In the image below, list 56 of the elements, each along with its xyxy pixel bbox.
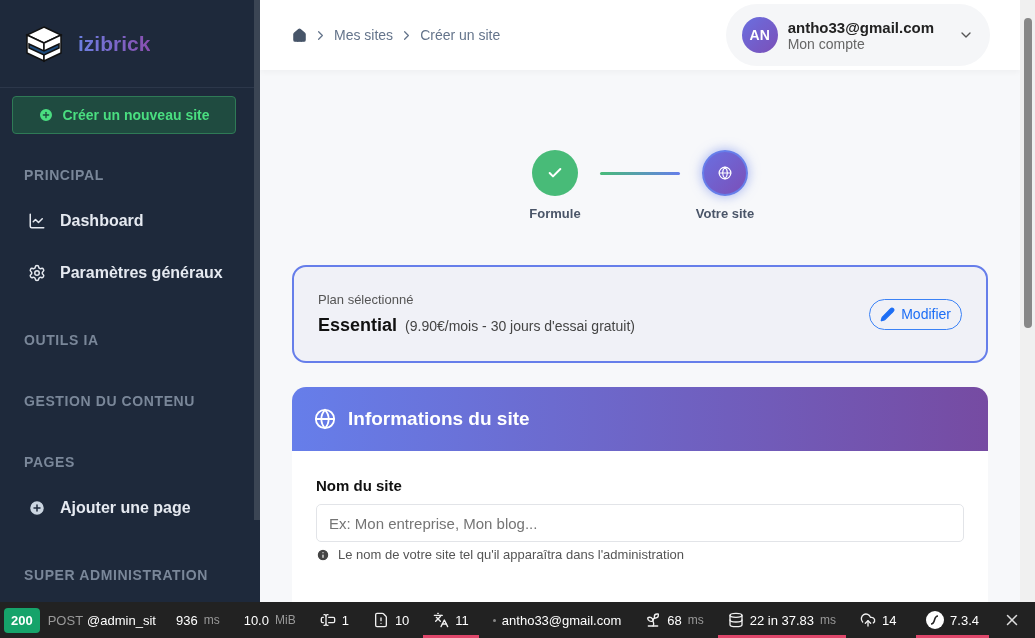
toolbar-item[interactable]: 22 in 37.83 ms [717, 602, 847, 638]
scrollbar-thumb[interactable] [1023, 18, 1032, 328]
toolbar-item[interactable]: 7.3.4 [916, 602, 989, 638]
settings-icon [28, 264, 46, 282]
breadcrumb-link[interactable]: Mes sites [334, 27, 394, 43]
logo-icon [926, 611, 945, 629]
cube-logo-icon [24, 23, 64, 64]
help-text: Le nom de votre site tel qu'il apparaîtra dans l'administration [338, 547, 685, 562]
home-icon[interactable] [292, 27, 307, 43]
nav-item[interactable]: Ajouter une page [0, 482, 254, 534]
field-label: Nom du site [316, 477, 403, 494]
form-icon [319, 612, 336, 628]
plan-name: Essential [318, 315, 398, 336]
nav-item[interactable]: Dashboard [0, 195, 254, 247]
account-email: antho33@gmail.com [787, 18, 934, 36]
info-icon [316, 547, 330, 562]
account-subtitle: Mon compte [787, 35, 865, 52]
toolbar-item[interactable]: 10.0 MiB [233, 602, 306, 638]
toolbar-item[interactable]: 936 ms [165, 602, 230, 638]
document-warning-icon [372, 612, 389, 628]
step-label: Votre site [695, 206, 755, 221]
add-icon [38, 107, 55, 123]
section-title: OUTILS IA [23, 331, 100, 350]
step-label: Formule [529, 206, 581, 221]
plan-details: (9.90€/mois - 30 jours d'essai gratuit) [405, 318, 635, 334]
toolbar-item[interactable]: 10 [362, 602, 420, 638]
account-menu[interactable]: AN antho33@gmail.com Mon compte [725, 4, 990, 66]
toolbar-item[interactable]: 11 [423, 602, 479, 638]
toolbar-item[interactable]: antho33@gmail.com [482, 602, 632, 638]
card-title: Informations du site [348, 408, 530, 430]
user-dot-icon [492, 618, 496, 622]
nav-item[interactable]: Paramètres généraux [0, 247, 254, 299]
toolbar-item[interactable]: 14 [850, 602, 907, 638]
avatar: AN [741, 17, 778, 53]
http-method: POST [47, 612, 84, 628]
translation-icon [433, 612, 450, 628]
breadcrumb-link[interactable]: Créer un site [420, 27, 501, 43]
toolbar-item[interactable]: 1 [309, 602, 359, 638]
chart-icon [28, 212, 46, 230]
add-icon [28, 499, 46, 517]
pencil-icon [880, 306, 896, 322]
create-site-button[interactable]: Créer un nouveau site [12, 96, 236, 134]
section-title: GESTION DU CONTENU [23, 392, 197, 411]
cloud-upload-icon [860, 612, 877, 628]
section-title: PRINCIPAL [23, 166, 105, 185]
globe-icon [314, 408, 336, 430]
database-icon [727, 612, 744, 628]
site-name-input[interactable]: Ex: Mon entreprise, Mon blog... [316, 504, 964, 542]
sidebar-scrollbar[interactable] [254, 0, 260, 520]
globe-icon [718, 166, 732, 180]
section-title: PAGES [23, 453, 76, 472]
route-name: @admin_sit [87, 612, 156, 628]
plan-caption: Plan sélectionné [318, 292, 415, 307]
sprout-icon [645, 612, 662, 628]
section-title: SUPER ADMINISTRATION [23, 566, 209, 585]
toolbar-item[interactable]: 68 ms [635, 602, 714, 638]
